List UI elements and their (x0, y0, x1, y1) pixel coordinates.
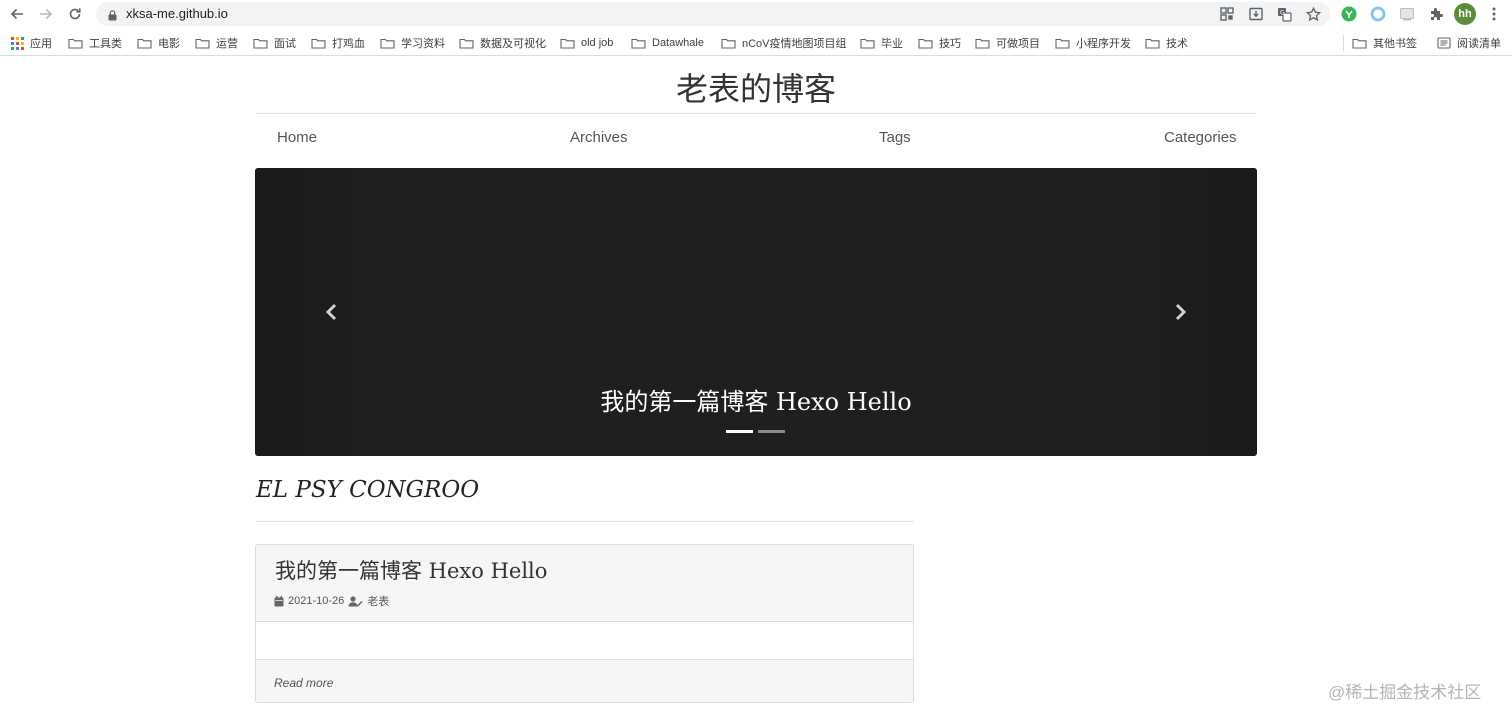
extension-window-icon[interactable] (1397, 4, 1417, 24)
post-card-header: 我的第一篇博客 Hexo Hello 2021-10-26 老表 (256, 545, 913, 622)
chevron-right-icon[interactable] (1169, 298, 1193, 326)
bookmark-folder[interactable]: 面试 (253, 35, 296, 51)
folder-icon (1055, 38, 1070, 49)
nav-tags[interactable]: Tags (879, 129, 911, 146)
title-divider (256, 113, 1256, 114)
bookmark-other[interactable]: 其他书签 (1352, 35, 1417, 51)
carousel-indicators (726, 430, 788, 434)
qr-code-icon[interactable] (1217, 4, 1237, 24)
folder-icon (918, 38, 933, 49)
bookmark-folder[interactable]: nCoV疫情地图项目组 (721, 35, 847, 51)
bookmark-folder[interactable]: 小程序开发 (1055, 35, 1131, 51)
user-edit-icon (348, 595, 363, 606)
site-title[interactable]: 老表的博客 (256, 64, 1256, 110)
folder-icon (631, 38, 646, 49)
bookmarks-bar: 应用 工具类 电影 运营 面试 打鸡血 学习资料 数据及可视化 old job … (0, 30, 1512, 56)
svg-text:G: G (1280, 9, 1285, 16)
carousel-indicator[interactable] (758, 430, 785, 433)
reading-list-icon (1437, 37, 1451, 49)
folder-icon (721, 38, 736, 49)
bookmark-folder[interactable]: 电影 (137, 35, 180, 51)
reload-icon[interactable] (65, 4, 85, 24)
bookmark-folder[interactable]: 技术 (1145, 35, 1188, 51)
bookmark-folder[interactable]: 工具类 (68, 35, 122, 51)
extension-blue-ring-icon[interactable] (1368, 4, 1388, 24)
folder-icon (137, 38, 152, 49)
kebab-menu-icon[interactable] (1484, 4, 1504, 24)
post-card: 我的第一篇博客 Hexo Hello 2021-10-26 老表 Read mo… (255, 544, 914, 703)
bookmark-apps[interactable]: 应用 (11, 35, 52, 51)
bookmark-label: 应用 (30, 38, 52, 50)
bookmark-folder[interactable]: Datawhale (631, 35, 704, 51)
back-arrow-icon[interactable] (7, 4, 27, 24)
browser-toolbar: xksa-me.github.io G hh (0, 0, 1512, 28)
bookmark-folder[interactable]: 学习资料 (380, 35, 445, 51)
folder-icon (560, 38, 575, 49)
post-title-link[interactable]: 我的第一篇博客 Hexo Hello (275, 555, 547, 585)
post-author-link[interactable]: 老表 (367, 593, 389, 609)
bookmark-folder[interactable]: 数据及可视化 (459, 35, 546, 51)
nav-home[interactable]: Home (277, 129, 317, 146)
bookmark-folder[interactable]: 技巧 (918, 35, 961, 51)
bookmark-folder[interactable]: 运营 (195, 35, 238, 51)
folder-icon (68, 38, 83, 49)
calendar-icon (274, 595, 284, 606)
lock-icon[interactable] (108, 8, 117, 26)
carousel-indicator-active[interactable] (726, 430, 753, 433)
apps-grid-icon (11, 36, 24, 50)
nav-archives[interactable]: Archives (570, 129, 628, 146)
chevron-left-icon[interactable] (319, 298, 343, 326)
bookmark-folder[interactable]: 打鸡血 (311, 35, 365, 51)
bookmark-folder[interactable]: old job (560, 35, 613, 51)
folder-icon (1352, 38, 1367, 49)
bookmark-separator (1343, 35, 1344, 51)
hero-carousel[interactable]: 我的第一篇博客 Hexo Hello (255, 168, 1257, 456)
translate-icon[interactable]: G (1274, 4, 1294, 24)
carousel-caption[interactable]: 我的第一篇博客 Hexo Hello (255, 382, 1257, 417)
nav-categories[interactable]: Categories (1164, 129, 1237, 146)
folder-icon (195, 38, 210, 49)
forward-arrow-icon[interactable] (36, 4, 56, 24)
star-icon[interactable] (1303, 4, 1323, 24)
address-bar[interactable]: xksa-me.github.io (96, 2, 1330, 26)
puzzle-icon[interactable] (1426, 4, 1446, 24)
main-nav: Home Archives Tags Categories (256, 126, 1256, 152)
folder-icon (253, 38, 268, 49)
read-more-link[interactable]: Read more (274, 676, 333, 690)
post-card-footer: Read more (256, 659, 913, 702)
watermark: @稀土掘金技术社区 (1328, 683, 1482, 702)
post-card-body (256, 623, 913, 659)
folder-icon (459, 38, 474, 49)
folder-icon (975, 38, 990, 49)
profile-avatar[interactable]: hh (1454, 3, 1476, 25)
url-text[interactable]: xksa-me.github.io (126, 6, 228, 21)
section-heading: EL PSY CONGROO (256, 477, 480, 503)
section-divider (256, 521, 914, 522)
post-date: 2021-10-26 (288, 595, 345, 607)
install-icon[interactable] (1246, 4, 1266, 24)
folder-icon (380, 38, 395, 49)
folder-icon (860, 38, 875, 49)
bookmark-folder[interactable]: 可做项目 (975, 35, 1040, 51)
bookmark-folder[interactable]: 毕业 (860, 35, 903, 51)
post-meta: 2021-10-26 老表 (274, 593, 389, 609)
folder-icon (311, 38, 326, 49)
folder-icon (1145, 38, 1160, 49)
reading-list[interactable]: 阅读清单 (1437, 35, 1501, 51)
extension-green-icon[interactable] (1339, 4, 1359, 24)
